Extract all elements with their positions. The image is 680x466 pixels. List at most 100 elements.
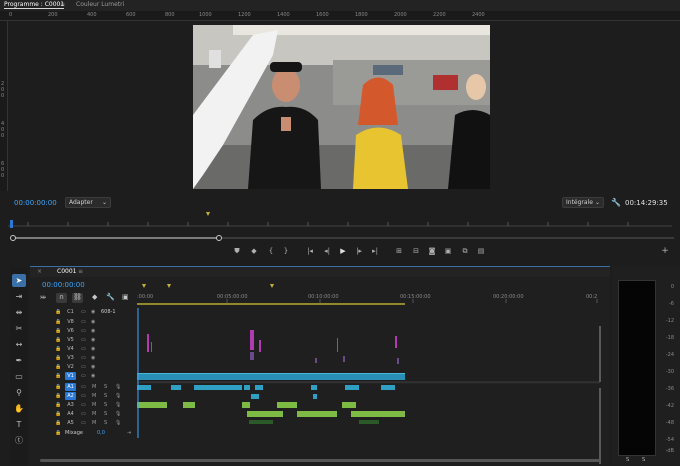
lock-icon[interactable]: 🔒 [55, 363, 61, 371]
close-icon[interactable]: × [37, 268, 42, 275]
wrench-icon[interactable]: 🔧 [611, 198, 621, 207]
mix-value[interactable]: 0,0 [97, 429, 105, 437]
mark-in-icon[interactable]: ⛊ [232, 246, 242, 256]
pen-tool-icon[interactable]: ✒ [12, 354, 26, 367]
linked-selection-icon[interactable]: ⛓ [72, 293, 83, 303]
tab-lumetri[interactable]: Couleur Lumetri [76, 1, 124, 8]
lock-icon[interactable]: 🔒 [55, 419, 61, 427]
mute-icon[interactable]: M [92, 383, 96, 391]
solo-icon[interactable]: S [104, 392, 107, 400]
mute-icon[interactable]: M [92, 392, 96, 400]
marker-icon[interactable]: ◆ [249, 246, 259, 256]
toggle-sync-icon[interactable]: ▭ [81, 336, 86, 344]
step-back-icon[interactable]: ◂| [322, 246, 332, 256]
quality-select[interactable]: Intégrale ⌄ [562, 197, 604, 208]
rectangle-tool-icon[interactable]: ▭ [12, 370, 26, 383]
add-marker-icon[interactable]: ◆ [92, 293, 97, 301]
mic-icon[interactable]: 🎙 [115, 392, 121, 400]
toggle-sync-icon[interactable]: ▭ [81, 308, 86, 316]
type-tool-icon[interactable]: T [12, 418, 26, 431]
track-name[interactable]: A3 [65, 401, 76, 409]
selection-tool-icon[interactable]: ➤ [12, 274, 26, 287]
mute-icon[interactable]: M [92, 401, 96, 409]
toggle-sync-icon[interactable]: ▭ [81, 410, 86, 418]
type-vertical-tool-icon[interactable]: ⓣ [12, 434, 26, 447]
snap-icon[interactable]: ∩ [56, 293, 67, 303]
panel-menu-icon[interactable]: ≡ [60, 1, 65, 8]
export-frame-icon[interactable]: ◙ [427, 246, 437, 256]
solo-icon[interactable]: S [104, 419, 107, 427]
lock-icon[interactable]: 🔒 [55, 392, 61, 400]
track-name[interactable]: V3 [65, 354, 76, 362]
mute-icon[interactable]: M [92, 410, 96, 418]
lock-icon[interactable]: 🔒 [55, 327, 61, 335]
lock-icon[interactable]: 🔒 [55, 372, 61, 380]
solo-icon[interactable]: S [104, 410, 107, 418]
toggle-sync-icon[interactable]: ▭ [81, 401, 86, 409]
mic-icon[interactable]: 🎙 [115, 383, 121, 391]
timeline-ruler[interactable]: :00:00 00:05:00:00 00:10:00:00 00:15:00:… [137, 284, 600, 306]
eye-icon[interactable]: ◉ [91, 345, 95, 353]
razor-tool-icon[interactable]: ✂ [12, 322, 26, 335]
fit-select[interactable]: Adapter ⌄ [65, 197, 111, 208]
track-name[interactable]: A5 [65, 419, 76, 427]
toggle-sync-icon[interactable]: ▭ [81, 372, 86, 380]
vertical-scrollbar[interactable] [597, 326, 603, 466]
eye-icon[interactable]: ◉ [91, 354, 95, 362]
toggle-sync-icon[interactable]: ▭ [81, 419, 86, 427]
mic-icon[interactable]: 🎙 [115, 419, 121, 427]
solo-left-button[interactable]: S [626, 457, 629, 463]
lock-icon[interactable]: 🔒 [55, 336, 61, 344]
mic-icon[interactable]: 🎙 [115, 410, 121, 418]
zoom-tool-icon[interactable]: ⚲ [12, 386, 26, 399]
video-frame[interactable] [193, 25, 490, 189]
track-name[interactable]: V6 [65, 327, 76, 335]
lock-icon[interactable]: 🔒 [55, 401, 61, 409]
clip-area[interactable] [137, 308, 600, 438]
lock-icon[interactable]: 🔒 [55, 354, 61, 362]
toggle-sync-icon[interactable]: ▭ [81, 392, 86, 400]
lift-icon[interactable]: ⊞ [394, 246, 404, 256]
tab-program[interactable]: Programme : C0001 [4, 1, 65, 9]
nest-icon[interactable]: ⤗ [40, 293, 46, 302]
solo-icon[interactable]: S [104, 401, 107, 409]
playhead-timecode[interactable]: 00:00:00:00 [14, 199, 57, 207]
tab-sequence[interactable]: C0001 [57, 268, 76, 275]
toggle-sync-icon[interactable]: ▭ [81, 354, 86, 362]
track-name[interactable]: V5 [65, 336, 76, 344]
eye-icon[interactable]: ◉ [91, 363, 95, 371]
go-to-end-icon[interactable]: ⇥ [127, 429, 131, 437]
track-name[interactable]: A4 [65, 410, 76, 418]
multi-cam-icon[interactable]: ⧉ [460, 246, 470, 256]
captions-icon[interactable]: ▣ [122, 293, 129, 301]
eye-icon[interactable]: ◉ [91, 327, 95, 335]
eye-icon[interactable]: ◉ [91, 318, 95, 326]
lock-icon[interactable]: 🔒 [55, 429, 61, 437]
track-name[interactable]: C1 [65, 308, 76, 316]
track-name[interactable]: A1 [65, 383, 76, 391]
add-icon[interactable]: + [660, 246, 670, 256]
hand-tool-icon[interactable]: ✋ [12, 402, 26, 415]
toggle-sync-icon[interactable]: ▭ [81, 318, 86, 326]
mute-icon[interactable]: M [92, 419, 96, 427]
eye-icon[interactable]: ◉ [91, 372, 95, 380]
lock-icon[interactable]: 🔒 [55, 308, 61, 316]
scroll-handle-left[interactable] [10, 235, 16, 241]
compare-icon[interactable]: ▣ [443, 246, 453, 256]
wrench-icon[interactable]: 🔧 [106, 293, 115, 301]
go-to-in-icon[interactable]: |◂ [305, 246, 315, 256]
timeline-timecode[interactable]: 00:00:00:00 [42, 281, 85, 289]
toggle-sync-icon[interactable]: ▭ [81, 383, 86, 391]
eye-icon[interactable]: ◉ [91, 308, 95, 316]
lock-icon[interactable]: 🔒 [55, 383, 61, 391]
monitor-mini-ruler[interactable] [8, 212, 672, 228]
step-forward-icon[interactable]: |▸ [354, 246, 364, 256]
out-brace-icon[interactable]: } [281, 246, 291, 256]
track-name[interactable]: V1 [65, 372, 76, 380]
horizontal-scrollbar[interactable] [40, 457, 600, 464]
panel-menu-icon[interactable]: ≡ [78, 268, 83, 275]
lock-icon[interactable]: 🔒 [55, 345, 61, 353]
eye-icon[interactable]: ◉ [91, 336, 95, 344]
in-brace-icon[interactable]: { [266, 246, 276, 256]
mic-icon[interactable]: 🎙 [115, 401, 121, 409]
